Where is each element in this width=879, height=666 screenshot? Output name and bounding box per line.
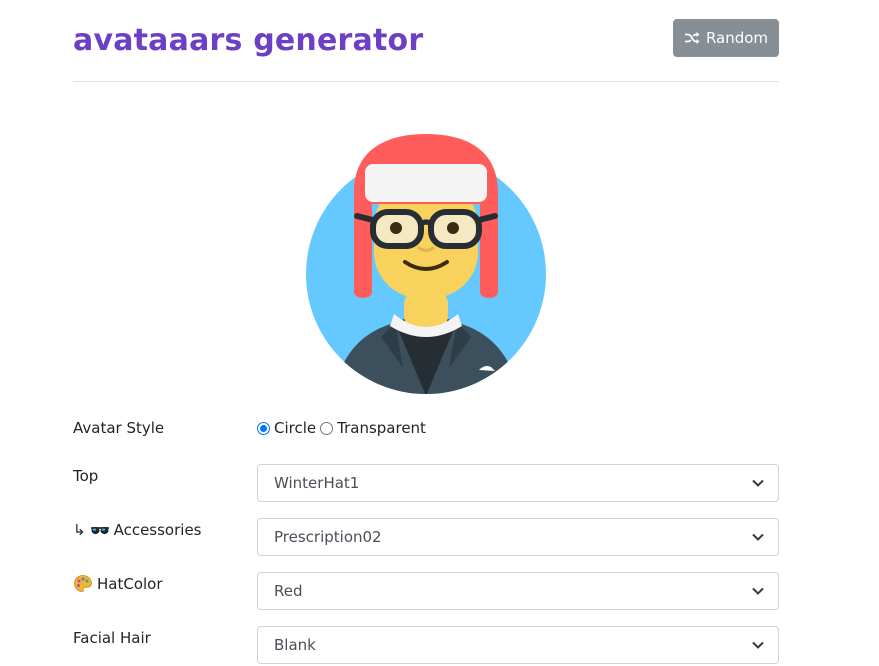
sub-arrow-icon: ↳ bbox=[73, 521, 86, 539]
top-label: Top bbox=[73, 467, 99, 485]
chevron-down-icon bbox=[752, 641, 764, 649]
app-container: avataaars generator Random Avatar Style … bbox=[73, 0, 779, 664]
accessories-select[interactable]: Prescription02 bbox=[257, 518, 779, 556]
avatar-preview bbox=[303, 132, 549, 396]
facial-hair-select[interactable]: Blank bbox=[257, 626, 779, 664]
circle-radio-label[interactable]: Circle bbox=[274, 419, 316, 437]
chevron-down-icon bbox=[752, 587, 764, 595]
facial-hair-label: Facial Hair bbox=[73, 629, 151, 647]
hatcolor-select[interactable]: Red bbox=[257, 572, 779, 610]
transparent-radio-label[interactable]: Transparent bbox=[337, 419, 426, 437]
avatar-style-row: Avatar Style Circle Transparent bbox=[73, 416, 779, 456]
hatcolor-label-text: HatColor bbox=[97, 575, 163, 593]
avatar-image bbox=[306, 134, 546, 394]
random-button[interactable]: Random bbox=[673, 19, 779, 57]
facial-hair-row: Facial Hair Blank bbox=[73, 626, 779, 666]
top-select-value: WinterHat1 bbox=[274, 474, 360, 492]
random-button-label: Random bbox=[705, 29, 769, 47]
chevron-down-icon bbox=[752, 533, 764, 541]
palette-icon bbox=[74, 575, 92, 592]
avatar-style-label: Avatar Style bbox=[73, 419, 165, 437]
hatcolor-select-value: Red bbox=[274, 582, 303, 600]
facial-hair-select-value: Blank bbox=[274, 636, 316, 654]
sunglasses-icon bbox=[90, 526, 109, 535]
top-row: Top WinterHat1 bbox=[73, 464, 779, 504]
transparent-radio[interactable] bbox=[320, 421, 334, 435]
chevron-down-icon bbox=[752, 479, 764, 487]
shuffle-icon bbox=[684, 32, 700, 44]
top-select[interactable]: WinterHat1 bbox=[257, 464, 779, 502]
page-title: avataaars generator bbox=[73, 23, 424, 58]
avatar-hat-band bbox=[365, 164, 487, 202]
circle-radio[interactable] bbox=[257, 421, 270, 435]
page-header: avataaars generator Random bbox=[73, 0, 779, 82]
accessories-label: ↳ Accessories bbox=[73, 518, 201, 542]
accessories-label-text: Accessories bbox=[113, 521, 202, 539]
hatcolor-label: HatColor bbox=[73, 572, 163, 596]
accessories-select-value: Prescription02 bbox=[274, 528, 382, 546]
hatcolor-row: HatColor Red bbox=[73, 572, 779, 612]
accessories-row: ↳ Accessories Prescription02 bbox=[73, 518, 779, 558]
avatar-style-radio-group: Circle Transparent bbox=[257, 416, 430, 440]
